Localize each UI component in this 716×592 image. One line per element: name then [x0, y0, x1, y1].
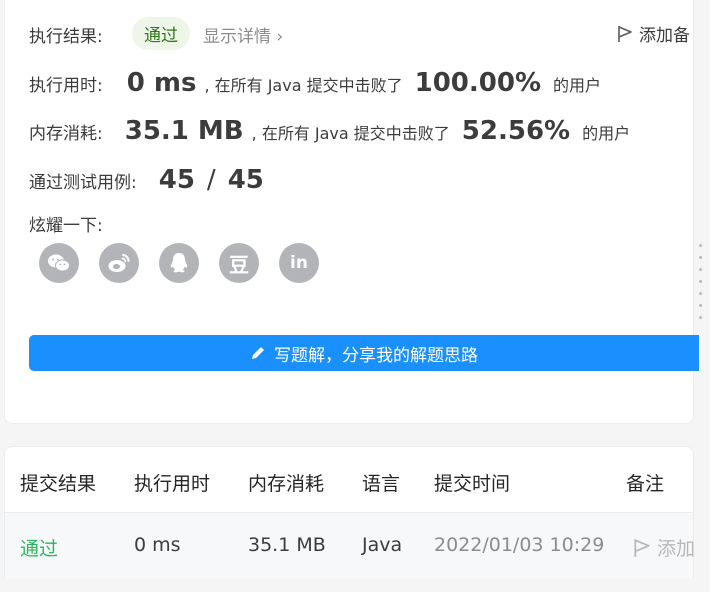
submission-table: 提交结果 执行用时 内存消耗 语言 提交时间 备注 通过 0 ms 35.1 M…	[4, 446, 695, 579]
qq-icon[interactable]	[159, 243, 199, 283]
tests-row: 通过测试用例: 45 / 45	[29, 165, 264, 195]
header-memory: 内存消耗	[248, 473, 325, 495]
memory-value: 35.1 MB	[124, 116, 244, 146]
table-header: 提交结果 执行用时 内存消耗 语言 提交时间 备注	[5, 447, 693, 513]
linkedin-glyph: in	[290, 253, 308, 273]
memory-mid-text: , 在所有 Java 提交中击败了	[251, 124, 450, 143]
result-row: 执行结果:	[29, 22, 103, 47]
table-row[interactable]: 通过 0 ms 35.1 MB Java 2022/01/03 10:29 添加	[5, 513, 695, 579]
wechat-icon[interactable]	[39, 243, 79, 283]
show-details-link[interactable]: 显示详情 ›	[203, 22, 283, 47]
tests-total: 45	[227, 165, 264, 195]
status-badge: 通过	[132, 17, 190, 50]
add-note-label: 添加备	[639, 26, 690, 46]
memory-row: 内存消耗: 35.1 MB , 在所有 Java 提交中击败了 52.56% 的…	[29, 116, 630, 146]
submission-detail-card: 执行结果: 通过 显示详情 › 添加备 执行用时: 0 ms , 在所有 Jav…	[4, 0, 699, 424]
runtime-label: 执行用时:	[29, 76, 103, 96]
memory-suffix: 的用户	[582, 124, 631, 143]
weibo-icon[interactable]	[99, 243, 139, 283]
tests-label: 通过测试用例:	[29, 173, 137, 193]
result-label: 执行结果:	[29, 27, 103, 47]
header-language: 语言	[362, 473, 401, 495]
row-status-link[interactable]: 通过	[20, 534, 58, 561]
memory-label: 内存消耗:	[29, 124, 103, 144]
runtime-percent: 100.00%	[414, 68, 541, 98]
runtime-suffix: 的用户	[553, 76, 602, 95]
flag-icon	[634, 538, 650, 557]
tests-separator: /	[206, 165, 216, 195]
header-time: 提交时间	[434, 473, 511, 495]
share-buttons: 豆 in	[39, 243, 319, 283]
header-note: 备注	[626, 473, 665, 495]
write-solution-button[interactable]: 写题解，分享我的解题思路	[29, 335, 699, 371]
douban-glyph: 豆	[229, 252, 249, 277]
flag-icon	[618, 25, 632, 42]
tests-passed: 45	[158, 165, 195, 195]
row-runtime: 0 ms	[134, 534, 181, 556]
runtime-row: 执行用时: 0 ms , 在所有 Java 提交中击败了 100.00% 的用户	[29, 68, 601, 98]
row-time: 2022/01/03 10:29	[434, 534, 605, 556]
runtime-value: 0 ms	[126, 68, 197, 98]
douban-icon[interactable]: 豆	[219, 243, 259, 283]
write-solution-label: 写题解，分享我的解题思路	[274, 345, 478, 366]
linkedin-icon[interactable]: in	[279, 243, 319, 283]
scrollbar[interactable]	[710, 0, 716, 592]
runtime-mid-text: , 在所有 Java 提交中击败了	[204, 76, 403, 95]
row-add-note-button[interactable]: 添加	[633, 534, 695, 561]
row-add-note-label: 添加	[657, 538, 696, 560]
pencil-icon	[252, 347, 264, 359]
share-label: 炫耀一下:	[29, 216, 103, 236]
memory-percent: 52.56%	[461, 116, 571, 146]
header-status: 提交结果	[20, 473, 97, 495]
row-memory: 35.1 MB	[248, 534, 326, 556]
resize-handle[interactable]	[699, 244, 702, 319]
header-runtime: 执行用时	[134, 473, 211, 495]
add-note-button[interactable]: 添加备	[617, 21, 690, 46]
share-row-label: 炫耀一下:	[29, 211, 103, 236]
row-language: Java	[362, 534, 403, 556]
